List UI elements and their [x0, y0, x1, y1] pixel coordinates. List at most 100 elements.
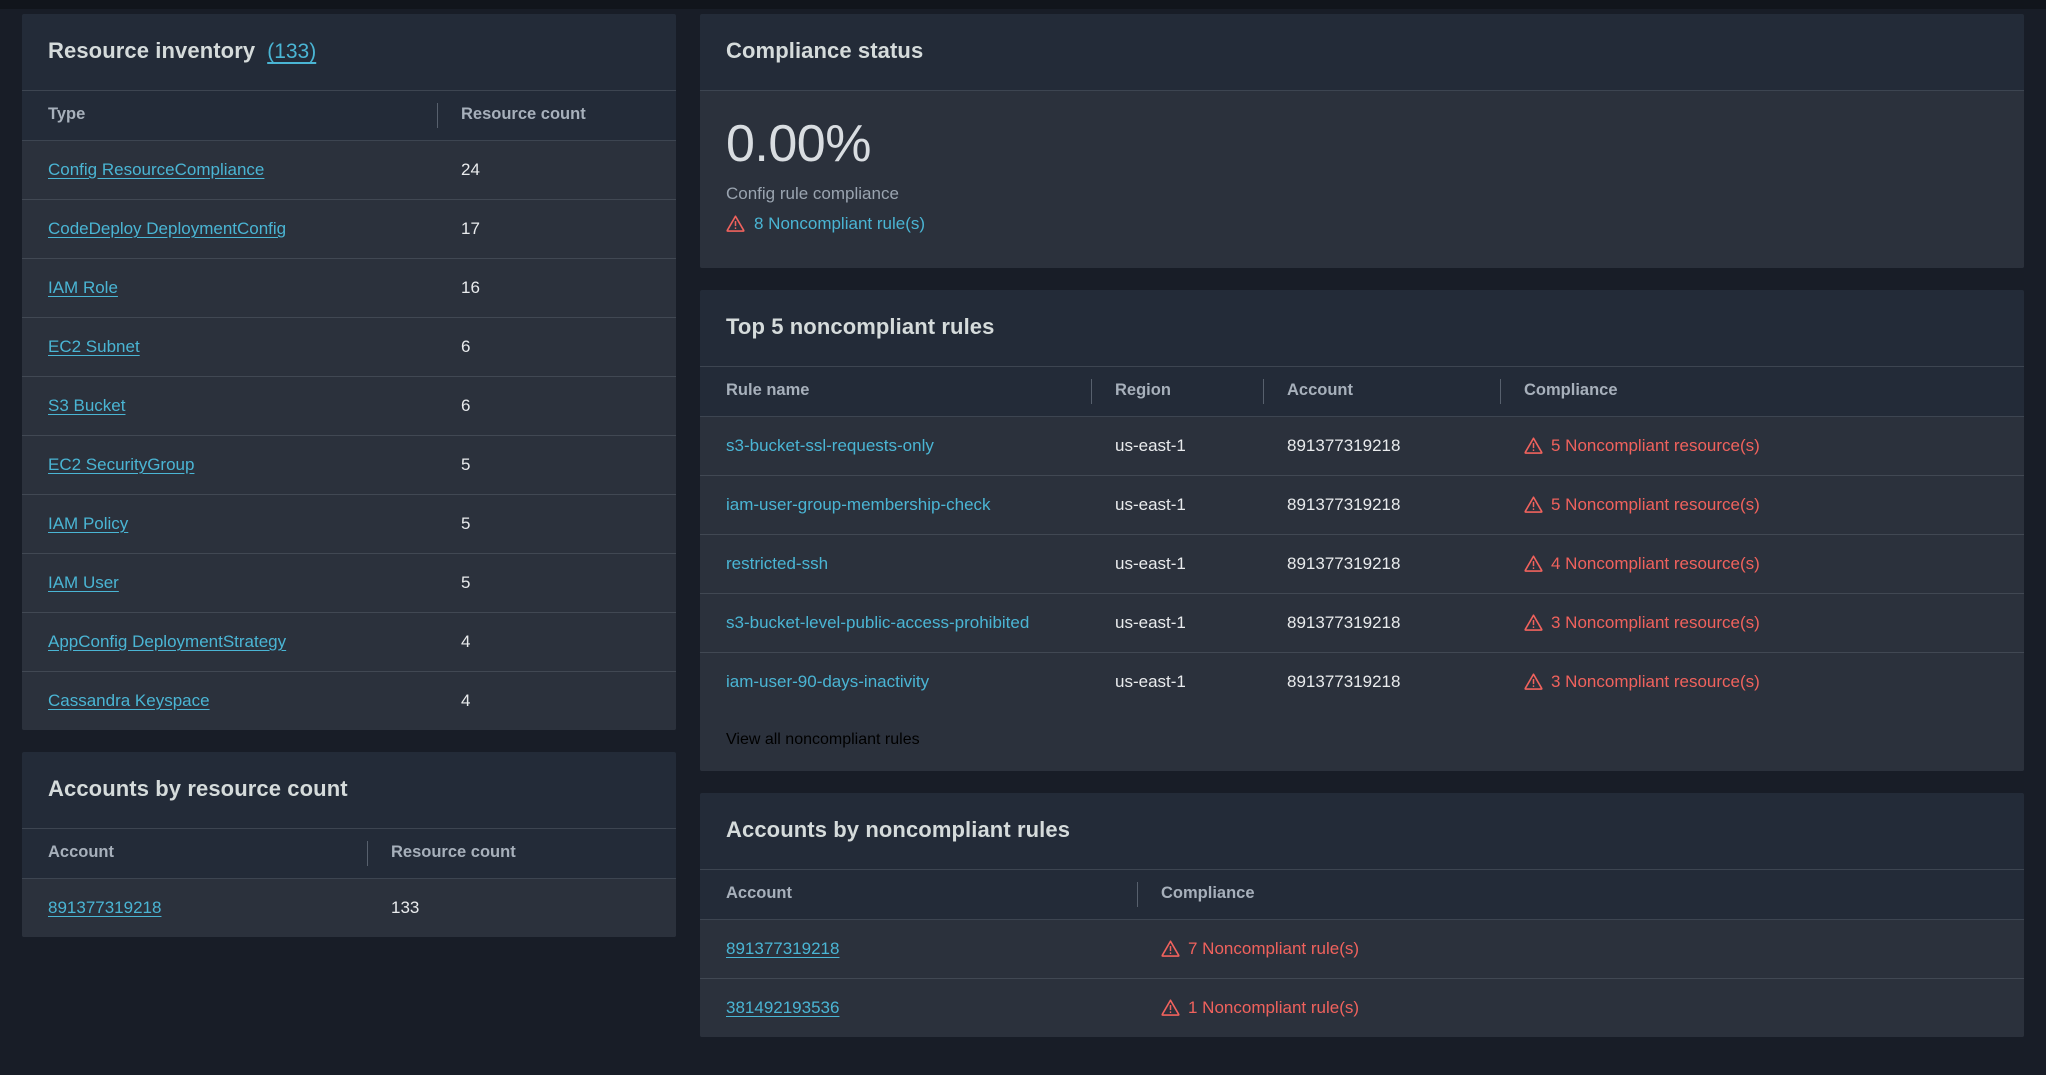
resource-type-link[interactable]: AppConfig DeploymentStrategy	[48, 632, 286, 651]
resource-count-value: 4	[437, 672, 676, 731]
noncompliant-resources-text: 4 Noncompliant resource(s)	[1551, 554, 1760, 574]
resource-inventory-count-link[interactable]: (133)	[267, 40, 316, 64]
column-header-resource-count: Resource count	[367, 829, 676, 879]
top5-noncompliant-rules-table: Rule name Region Account Compliance s3-b…	[700, 366, 2024, 711]
top5-noncompliant-rules-header: Top 5 noncompliant rules	[700, 290, 2024, 366]
account-value: 891377319218	[1263, 534, 1500, 593]
compliance-cell: 5 Noncompliant resource(s)	[1500, 416, 2024, 475]
compliance-cell: 7 Noncompliant rule(s)	[1137, 919, 2024, 978]
column-header-account: Account	[1263, 366, 1500, 416]
resource-type-link[interactable]: Cassandra Keyspace	[48, 691, 210, 710]
region-value: us-east-1	[1091, 416, 1263, 475]
account-value: 891377319218	[1263, 652, 1500, 711]
noncompliant-rules-link[interactable]: 8 Noncompliant rule(s)	[754, 214, 925, 234]
warning-triangle-icon	[1524, 554, 1543, 573]
view-all-noncompliant-rules-link[interactable]: View all noncompliant rules	[726, 731, 920, 748]
rule-name-link[interactable]: s3-bucket-ssl-requests-only	[726, 436, 934, 455]
accounts-by-noncompliant-rules-title: Accounts by noncompliant rules	[726, 817, 1070, 843]
table-header-row: Type Resource count	[22, 91, 676, 141]
accounts-by-resource-count-header: Accounts by resource count	[22, 752, 676, 828]
resource-type-link[interactable]: CodeDeploy DeploymentConfig	[48, 219, 286, 238]
compliance-cell: 1 Noncompliant rule(s)	[1137, 978, 2024, 1037]
table-row: S3 Bucket6	[22, 377, 676, 436]
table-row: 891377319218 133	[22, 879, 676, 938]
region-value: us-east-1	[1091, 534, 1263, 593]
accounts-by-resource-count-table: Account Resource count 891377319218133	[22, 828, 676, 937]
page-title: Resource inventory	[48, 38, 255, 64]
resource-type-link[interactable]: IAM Role	[48, 278, 118, 297]
table-row: s3-bucket-ssl-requests-only us-east-18913…	[700, 416, 2024, 475]
noncompliant-rules-text: 1 Noncompliant rule(s)	[1188, 998, 1359, 1018]
resource-type-link[interactable]: IAM Policy	[48, 514, 128, 533]
column-header-compliance: Compliance	[1500, 366, 2024, 416]
resource-count-value: 16	[437, 259, 676, 318]
accounts-by-noncompliant-rules-header: Accounts by noncompliant rules	[700, 793, 2024, 869]
view-all-noncompliant-rules-footer: View all noncompliant rules	[700, 711, 2024, 771]
account-value: 891377319218	[1263, 416, 1500, 475]
resource-type-link[interactable]: IAM User	[48, 573, 119, 592]
resource-inventory-header: Resource inventory (133)	[22, 14, 676, 90]
noncompliant-rules-row[interactable]: 8 Noncompliant rule(s)	[726, 214, 1998, 234]
warning-triangle-icon	[1161, 998, 1180, 1017]
left-column: Resource inventory (133) Type Resource c…	[22, 14, 676, 937]
resource-inventory-table: Type Resource count Config ResourceCompl…	[22, 90, 676, 730]
top5-noncompliant-rules-panel: Top 5 noncompliant rules Rule name Regio…	[700, 290, 2024, 771]
right-column: Compliance status 0.00% Config rule comp…	[700, 14, 2024, 1037]
table-row: IAM Role 16	[22, 259, 676, 318]
table-row: EC2 SecurityGroup 5	[22, 436, 676, 495]
account-link[interactable]: 891377319218	[726, 939, 839, 958]
resource-count-value: 17	[437, 200, 676, 259]
resource-type-link[interactable]: Config ResourceCompliance	[48, 160, 264, 179]
noncompliant-resources-text: 3 Noncompliant resource(s)	[1551, 613, 1760, 633]
compliance-status-header: Compliance status	[700, 14, 2024, 90]
noncompliant-resources-text: 3 Noncompliant resource(s)	[1551, 672, 1760, 692]
table-row: restricted-ssh us-east-1891377319218 4 Non…	[700, 534, 2024, 593]
table-row: CodeDeploy DeploymentConfig 17	[22, 200, 676, 259]
table-row: iam-user-90-days-inactivityus-east-18913…	[700, 652, 2024, 711]
resource-count-value: 5	[437, 436, 676, 495]
resource-type-link[interactable]: S3 Bucket	[48, 396, 126, 415]
column-header-account: Account	[700, 869, 1137, 919]
noncompliant-resources-text: 5 Noncompliant resource(s)	[1551, 495, 1760, 515]
compliance-status-panel: Compliance status 0.00% Config rule comp…	[700, 14, 2024, 268]
resource-count-value: 133	[367, 879, 676, 938]
column-header-resource-count: Resource count	[437, 91, 676, 141]
region-value: us-east-1	[1091, 593, 1263, 652]
config-dashboard-page: Resource inventory (133) Type Resource c…	[0, 0, 2046, 1075]
warning-triangle-icon	[1524, 613, 1543, 632]
accounts-by-noncompliant-rules-table: Account Compliance 891377319218 7 Noncomp…	[700, 869, 2024, 1037]
resource-inventory-panel: Resource inventory (133) Type Resource c…	[22, 14, 676, 730]
warning-triangle-icon	[1524, 672, 1543, 691]
compliance-status-title: Compliance status	[726, 38, 923, 64]
noncompliant-rules-text: 7 Noncompliant rule(s)	[1188, 939, 1359, 959]
table-header-row: Rule name Region Account Compliance	[700, 366, 2024, 416]
noncompliant-resources-text: 5 Noncompliant resource(s)	[1551, 436, 1760, 456]
compliance-subtitle: Config rule compliance	[726, 184, 1998, 204]
warning-triangle-icon	[1524, 495, 1543, 514]
resource-count-value: 5	[437, 495, 676, 554]
dashboard-layout: Resource inventory (133) Type Resource c…	[22, 14, 2024, 1037]
resource-count-value: 24	[437, 141, 676, 200]
resource-type-link[interactable]: EC2 Subnet	[48, 337, 140, 356]
rule-name-link[interactable]: restricted-ssh	[726, 554, 828, 573]
table-row: IAM Policy 5	[22, 495, 676, 554]
table-row: iam-user-group-membership-checkus-east-1…	[700, 475, 2024, 534]
table-row: IAM User5	[22, 554, 676, 613]
top-strip	[0, 0, 2046, 9]
resource-type-link[interactable]: EC2 SecurityGroup	[48, 455, 194, 474]
resource-count-value: 6	[437, 318, 676, 377]
table-row: 891377319218 7 Noncompliant rule(s)	[700, 919, 2024, 978]
compliance-cell: 3 Noncompliant resource(s)	[1500, 652, 2024, 711]
rule-name-link[interactable]: iam-user-90-days-inactivity	[726, 672, 929, 691]
rule-name-link[interactable]: s3-bucket-level-public-access-prohibited	[726, 613, 1029, 632]
column-header-compliance: Compliance	[1137, 869, 2024, 919]
table-row: Cassandra Keyspace 4	[22, 672, 676, 731]
rule-name-link[interactable]: iam-user-group-membership-check	[726, 495, 991, 514]
account-link[interactable]: 891377319218	[48, 898, 161, 917]
warning-triangle-icon	[726, 214, 745, 233]
warning-triangle-icon	[1524, 436, 1543, 455]
accounts-by-noncompliant-rules-panel: Accounts by noncompliant rules Account C…	[700, 793, 2024, 1037]
table-row: s3-bucket-level-public-access-prohibited…	[700, 593, 2024, 652]
account-link[interactable]: 381492193536	[726, 998, 839, 1017]
table-row: Config ResourceCompliance 24	[22, 141, 676, 200]
